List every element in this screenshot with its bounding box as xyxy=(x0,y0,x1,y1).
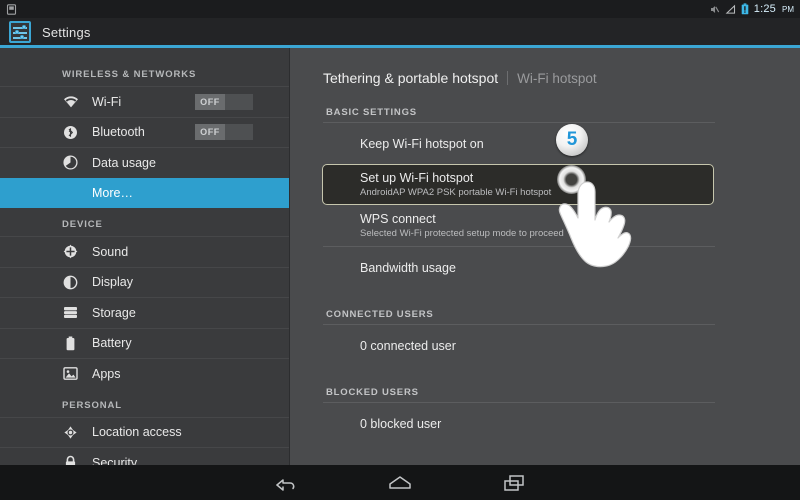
sidebar-section-device-header: DEVICE xyxy=(62,219,103,230)
status-bar-clock: 1:25 xyxy=(753,3,776,15)
sidebar-item-label: Location access xyxy=(92,425,182,440)
sidebar-item-label: Battery xyxy=(92,336,132,351)
wifi-icon xyxy=(62,93,79,110)
android-tablet-screen: 1:25 PM Settings WIRELESS & NETWORKS Wi-… xyxy=(0,0,800,500)
row-title: 0 connected user xyxy=(360,338,456,353)
sidebar-item-label: Apps xyxy=(92,366,121,381)
pane-title: Tethering & portable hotspot Wi-Fi hotsp… xyxy=(323,48,800,86)
sidebar-item-label: Wi-Fi xyxy=(92,94,122,109)
row-title: Set up Wi-Fi hotspot xyxy=(360,171,474,185)
hand-cursor-icon xyxy=(558,181,632,268)
sidebar-item-label: Display xyxy=(92,275,133,290)
row-title: Bandwidth usage xyxy=(360,260,456,275)
settings-sidebar: WIRELESS & NETWORKS Wi-Fi OFF Bluetooth … xyxy=(0,48,290,470)
data-usage-icon xyxy=(62,154,79,171)
sidebar-item-label: Data usage xyxy=(92,155,156,170)
row-keep-wifi-hotspot-on[interactable]: Keep Wi-Fi hotspot on xyxy=(323,123,715,164)
row-blocked-users[interactable]: 0 blocked user xyxy=(323,403,715,444)
apps-icon xyxy=(62,365,79,382)
row-bandwidth-usage[interactable]: Bandwidth usage xyxy=(323,247,715,288)
sound-icon xyxy=(62,243,79,260)
sidebar-item-data-usage[interactable]: Data usage xyxy=(0,147,289,178)
row-connected-users[interactable]: 0 connected user xyxy=(323,325,715,366)
sidebar-item-bluetooth[interactable]: Bluetooth OFF xyxy=(0,116,289,148)
step-badge: 5 xyxy=(556,124,588,156)
battery-icon xyxy=(741,3,749,15)
row-title: Keep Wi-Fi hotspot on xyxy=(360,136,484,151)
status-bar-notifications[interactable] xyxy=(6,3,17,15)
row-title: WPS connect xyxy=(360,212,436,226)
sidebar-item-storage[interactable]: Storage xyxy=(0,297,289,328)
wifi-toggle-state: OFF xyxy=(195,93,225,110)
sidebar-item-label: Sound xyxy=(92,244,129,259)
signal-icon xyxy=(725,4,735,14)
sidebar-item-more[interactable]: More… xyxy=(0,177,289,208)
pane-title-sub: Wi-Fi hotspot xyxy=(517,71,597,86)
home-icon xyxy=(389,475,411,489)
sidebar-item-wifi[interactable]: Wi-Fi OFF xyxy=(0,86,289,117)
app-title: Settings xyxy=(42,24,91,40)
content-area: WIRELESS & NETWORKS Wi-Fi OFF Bluetooth … xyxy=(0,48,800,470)
row-subtitle: Selected Wi-Fi protected setup mode to p… xyxy=(360,228,564,239)
pane-title-main: Tethering & portable hotspot xyxy=(323,70,499,86)
back-icon xyxy=(276,478,295,491)
battery-icon xyxy=(62,335,79,352)
screenshot-icon xyxy=(6,3,17,15)
sidebar-item-battery[interactable]: Battery xyxy=(0,327,289,359)
mute-icon xyxy=(710,5,719,13)
recents-button[interactable] xyxy=(493,468,535,498)
bluetooth-toggle[interactable]: OFF xyxy=(195,124,253,141)
bluetooth-toggle-state: OFF xyxy=(195,124,225,141)
status-bar-ampm: PM xyxy=(782,4,794,14)
sidebar-section-personal-header: PERSONAL xyxy=(62,399,122,411)
title-separator xyxy=(507,71,509,85)
more-icon xyxy=(62,185,79,202)
group-header-basic-settings: BASIC SETTINGS xyxy=(326,107,417,118)
status-bar: 1:25 PM xyxy=(0,0,800,18)
row-wps-connect[interactable]: WPS connect Selected Wi-Fi protected set… xyxy=(323,205,715,246)
group-header-connected-users: CONNECTED USERS xyxy=(326,309,434,320)
storage-icon xyxy=(62,304,79,321)
status-bar-system-icons[interactable]: 1:25 PM xyxy=(709,3,794,15)
sidebar-item-label: Storage xyxy=(92,305,136,320)
row-title: 0 blocked user xyxy=(360,416,442,431)
home-button[interactable] xyxy=(379,468,421,498)
row-subtitle: AndroidAP WPA2 PSK portable Wi-Fi hotspo… xyxy=(360,187,552,198)
action-bar: Settings xyxy=(0,18,800,46)
display-icon xyxy=(62,274,79,291)
sidebar-item-apps[interactable]: Apps xyxy=(0,358,289,389)
sidebar-section-wireless-header: WIRELESS & NETWORKS xyxy=(62,69,197,80)
sidebar-item-label: More… xyxy=(92,186,133,201)
wifi-toggle[interactable]: OFF xyxy=(195,93,253,110)
back-button[interactable] xyxy=(265,468,307,498)
group-header-blocked-users: BLOCKED USERS xyxy=(326,387,419,398)
sidebar-item-sound[interactable]: Sound xyxy=(0,236,289,267)
hotspot-settings-pane: Tethering & portable hotspot Wi-Fi hotsp… xyxy=(290,48,800,465)
recents-icon xyxy=(504,474,524,491)
row-set-up-wifi-hotspot[interactable]: Set up Wi-Fi hotspot AndroidAP WPA2 PSK … xyxy=(322,164,714,205)
location-icon xyxy=(62,424,79,441)
bluetooth-icon xyxy=(62,124,79,141)
sidebar-item-location-access[interactable]: Location access xyxy=(0,416,289,448)
navigation-bar xyxy=(0,465,800,500)
settings-sliders-icon[interactable] xyxy=(9,21,31,43)
sidebar-item-label: Bluetooth xyxy=(92,125,145,140)
sidebar-item-display[interactable]: Display xyxy=(0,266,289,298)
